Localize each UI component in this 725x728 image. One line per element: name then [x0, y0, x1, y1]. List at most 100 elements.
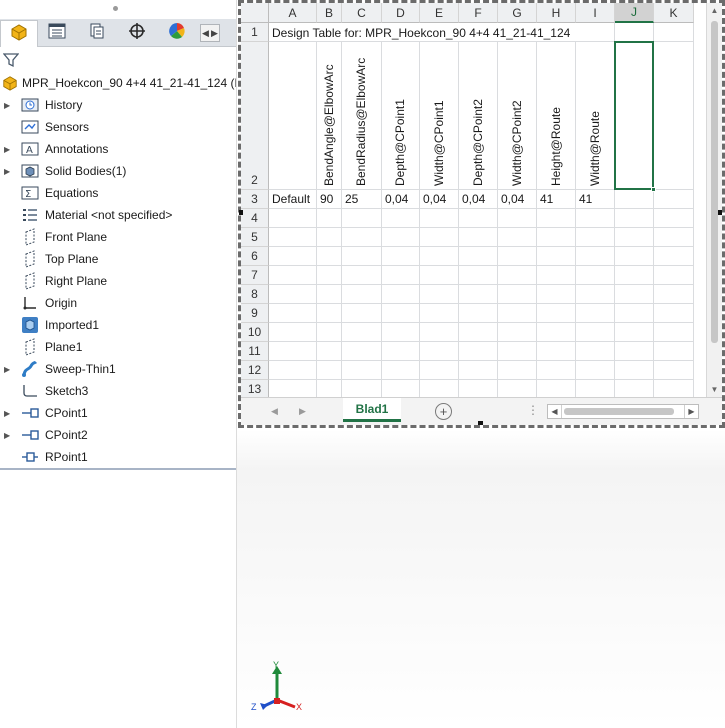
row-header-3[interactable]: 3	[241, 190, 269, 209]
value-cell[interactable]: 0,04	[385, 192, 408, 206]
value-cell[interactable]: 0,04	[423, 192, 446, 206]
column-header-a[interactable]: A	[269, 3, 317, 23]
tree-item-sensors[interactable]: Sensors	[0, 116, 236, 138]
sheet-tab-blad1[interactable]: Blad1	[343, 398, 401, 422]
expand-arrow-icon[interactable]: ▶	[4, 101, 12, 110]
tab-scroll-right-icon[interactable]: ▶	[210, 25, 219, 41]
column-header-i[interactable]: I	[576, 3, 615, 23]
tree-item-label: Solid Bodies(1)	[45, 164, 127, 178]
scroll-left-icon[interactable]: ◀	[548, 405, 562, 418]
scroll-up-icon[interactable]: ▲	[707, 3, 722, 18]
tree-item-material-not-specified[interactable]: Material <not specified>	[0, 204, 236, 226]
column-header-e[interactable]: E	[420, 3, 459, 23]
svg-text:A: A	[26, 145, 33, 156]
expand-arrow-icon[interactable]: ▶	[4, 145, 12, 154]
row-header-5[interactable]: 5	[241, 228, 269, 247]
expand-arrow-icon[interactable]: ▶	[4, 365, 12, 374]
column-header-k[interactable]: K	[654, 3, 694, 23]
property-manager-tab[interactable]	[38, 20, 76, 46]
column-header-f[interactable]: F	[459, 3, 498, 23]
value-cell[interactable]: 90	[320, 192, 333, 206]
row-header-4[interactable]: 4	[241, 209, 269, 228]
row-header-8[interactable]: 8	[241, 285, 269, 304]
sheet-nav-next-icon[interactable]: ▶	[299, 406, 306, 417]
value-cell[interactable]: 41	[540, 192, 553, 206]
tree-item-top-plane[interactable]: Top Plane	[0, 248, 236, 270]
parameter-header: BendRadius@ElbowArc	[354, 57, 368, 186]
column-header-d[interactable]: D	[382, 3, 420, 23]
scroll-down-icon[interactable]: ▼	[707, 382, 722, 397]
tree-item-solid-bodies-1[interactable]: ▶ Solid Bodies(1)	[0, 160, 236, 182]
add-sheet-button[interactable]: +	[435, 403, 452, 420]
tree-item-right-plane[interactable]: Right Plane	[0, 270, 236, 292]
tree-item-origin[interactable]: Origin	[0, 292, 236, 314]
resize-handle-bottom[interactable]	[478, 421, 483, 425]
row-header-11[interactable]: 11	[241, 342, 269, 361]
tab-scroll-arrows[interactable]: ◀ ▶	[200, 24, 220, 42]
display-manager-tab[interactable]	[158, 20, 196, 46]
crosshair-icon	[128, 22, 146, 45]
tree-item-cpoint2[interactable]: ▶ CPoint2	[0, 424, 236, 446]
column-header-c[interactable]: C	[342, 3, 382, 23]
tree-item-history[interactable]: ▶ History	[0, 94, 236, 116]
tree-item-imported1[interactable]: Imported1	[0, 314, 236, 336]
expand-arrow-icon[interactable]: ▶	[4, 409, 12, 418]
select-all-corner[interactable]	[241, 3, 269, 23]
tab-overflow-icon[interactable]: ⋮	[527, 403, 539, 417]
tab-scroll-left-icon[interactable]: ◀	[201, 25, 210, 41]
row-header-9[interactable]: 9	[241, 304, 269, 323]
row-header-1[interactable]: 1	[241, 23, 269, 42]
sheet-nav-prev-icon[interactable]: ◀	[271, 406, 278, 417]
dimxpert-manager-tab[interactable]	[118, 20, 156, 46]
manager-tab-bar: ◀ ▶	[0, 19, 236, 47]
grid-line	[458, 23, 459, 397]
horizontal-scrollbar[interactable]: ◀ ▶	[547, 404, 699, 419]
equations-icon: Σ	[20, 183, 40, 203]
sweep-icon	[20, 359, 40, 379]
panel-splitter-handle[interactable]	[113, 6, 118, 11]
fill-handle[interactable]	[651, 187, 656, 192]
material-icon	[20, 205, 40, 225]
selected-cell-outline[interactable]	[614, 41, 654, 190]
expand-arrow-icon[interactable]: ▶	[4, 431, 12, 440]
tree-item-rpoint1[interactable]: RPoint1	[0, 446, 236, 468]
tree-item-equations[interactable]: Σ Equations	[0, 182, 236, 204]
value-cell[interactable]: 25	[345, 192, 358, 206]
row-header-12[interactable]: 12	[241, 361, 269, 380]
tree-item-sweep-thin1[interactable]: ▶ Sweep-Thin1	[0, 358, 236, 380]
column-header-b[interactable]: B	[317, 3, 342, 23]
feature-manager-tab[interactable]	[0, 20, 38, 47]
column-header-h[interactable]: H	[537, 3, 576, 23]
design-table-window[interactable]: A B C D E F G H I J K 1 2 3 4 5 6 7 8 9 10 11 12 13 Design Table…	[238, 0, 725, 428]
configuration-name-cell[interactable]: Default	[272, 192, 310, 206]
row-header-7[interactable]: 7	[241, 266, 269, 285]
value-cell[interactable]: 0,04	[462, 192, 485, 206]
column-header-j[interactable]: J	[615, 3, 654, 23]
horizontal-scroll-thumb[interactable]	[564, 408, 674, 415]
column-header-g[interactable]: G	[498, 3, 537, 23]
tree-item-cpoint1[interactable]: ▶ CPoint1	[0, 402, 236, 424]
tree-item-annotations[interactable]: ▶ A Annotations	[0, 138, 236, 160]
tree-item-sketch3[interactable]: Sketch3	[0, 380, 236, 402]
tree-item-front-plane[interactable]: Front Plane	[0, 226, 236, 248]
tree-root-label: MPR_Hoekcon_90 4+4 41_21-41_124 (De	[22, 76, 250, 90]
scroll-right-icon[interactable]: ▶	[684, 405, 698, 418]
row-header-2[interactable]: 2	[241, 42, 269, 190]
vertical-scrollbar[interactable]: ▲ ▼	[706, 3, 722, 397]
resize-handle-right[interactable]	[718, 210, 722, 215]
value-cell[interactable]: 0,04	[501, 192, 524, 206]
configuration-manager-tab[interactable]	[78, 20, 116, 46]
row-header-10[interactable]: 10	[241, 323, 269, 342]
resize-handle-left[interactable]	[239, 210, 243, 215]
filter-icon[interactable]	[2, 52, 20, 73]
row-header-13[interactable]: 13	[241, 380, 269, 397]
tree-item-label: CPoint1	[45, 406, 88, 420]
tree-root-part[interactable]: MPR_Hoekcon_90 4+4 41_21-41_124 (De	[0, 72, 250, 94]
worksheet-grid[interactable]: A B C D E F G H I J K 1 2 3 4 5 6 7 8 9 10 11 12 13 Design Table…	[241, 3, 706, 397]
route-point-icon	[20, 447, 40, 467]
expand-arrow-icon[interactable]: ▶	[4, 167, 12, 176]
value-cell[interactable]: 41	[579, 192, 592, 206]
row-header-6[interactable]: 6	[241, 247, 269, 266]
vertical-scroll-thumb[interactable]	[711, 21, 718, 343]
tree-item-plane1[interactable]: Plane1	[0, 336, 236, 358]
